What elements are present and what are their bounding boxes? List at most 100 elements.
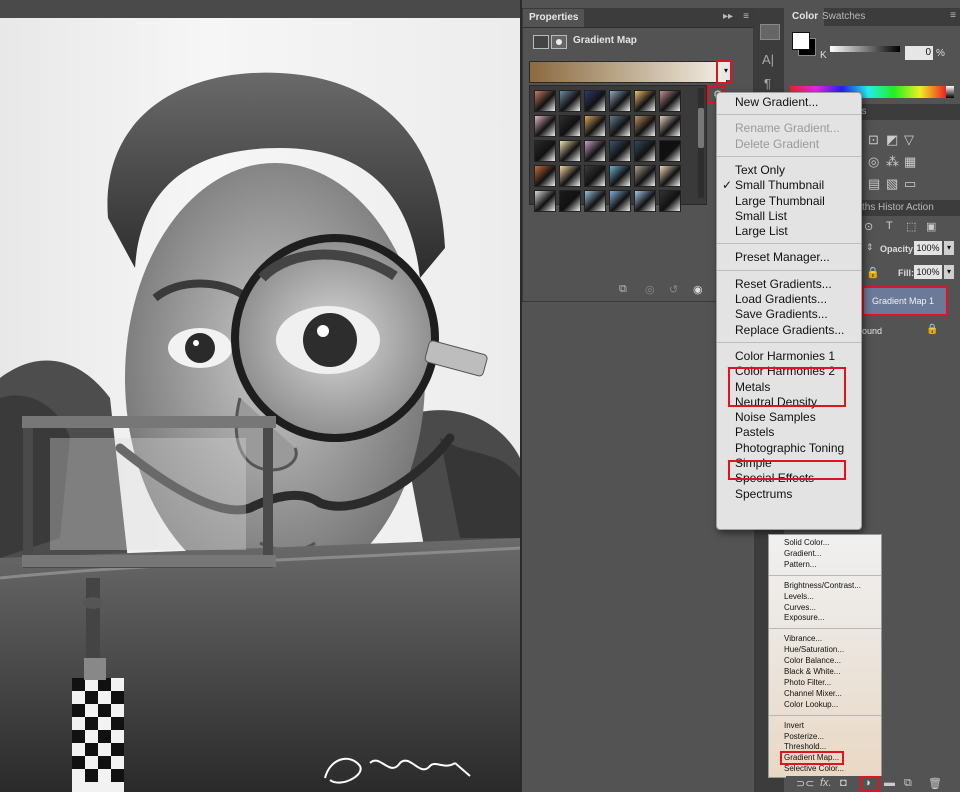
visibility-eye-icon[interactable]: ◉: [693, 283, 703, 296]
gradient-swatch[interactable]: [534, 140, 556, 162]
menu-item[interactable]: Large Thumbnail: [735, 194, 825, 208]
gradient-swatch[interactable]: [534, 165, 556, 187]
menu-item[interactable]: Save Gradients...: [735, 307, 828, 321]
adjustment-menu-item[interactable]: Hue/Saturation...: [784, 645, 844, 654]
menu-item[interactable]: Load Gradients...: [735, 292, 827, 306]
reset-icon[interactable]: ↺: [669, 283, 678, 296]
new-group-icon[interactable]: ▬: [884, 777, 895, 789]
tab-properties[interactable]: Properties: [523, 9, 585, 27]
gradient-swatch[interactable]: [584, 165, 606, 187]
blend-mode-stepper[interactable]: ⇕: [866, 242, 876, 254]
gradient-swatch[interactable]: [609, 90, 631, 112]
grayscale-ramp[interactable]: [946, 86, 954, 98]
delete-layer-icon[interactable]: 🗑: [928, 777, 942, 790]
link-layers-icon[interactable]: ⊃⊂: [796, 777, 814, 790]
filter-adjustment-icon[interactable]: ⊙: [864, 220, 873, 233]
history-icon[interactable]: [760, 24, 780, 40]
gradient-swatch[interactable]: [609, 165, 631, 187]
picker-scrollbar[interactable]: [698, 88, 704, 198]
mask-icon[interactable]: [551, 35, 567, 49]
tab-actions-fragment[interactable]: Action: [900, 199, 940, 217]
panel-collapse-icon[interactable]: ▸▸: [723, 11, 733, 22]
adjustment-menu-item[interactable]: Color Lookup...: [784, 700, 838, 709]
gradient-swatch[interactable]: [559, 90, 581, 112]
gradient-swatch[interactable]: [584, 90, 606, 112]
gradient-swatch[interactable]: [559, 165, 581, 187]
adjustment-menu-item[interactable]: Posterize...: [784, 732, 824, 741]
add-mask-icon[interactable]: ◘: [840, 777, 847, 789]
adjustment-menu-item[interactable]: Solid Color...: [784, 538, 829, 547]
gradient-swatch[interactable]: [609, 190, 631, 212]
adjustment-menu-item[interactable]: Exposure...: [784, 613, 824, 622]
adjustment-menu-item[interactable]: Levels...: [784, 592, 814, 601]
menu-item[interactable]: Replace Gradients...: [735, 323, 844, 337]
panel-menu-icon[interactable]: ≡: [743, 11, 749, 22]
gradient-swatch[interactable]: [634, 140, 656, 162]
vibrance-icon[interactable]: ▽: [904, 132, 914, 148]
gradient-swatch[interactable]: [659, 190, 681, 212]
document-canvas[interactable]: [0, 0, 520, 792]
k-slider[interactable]: [830, 46, 900, 52]
adjustment-menu-item[interactable]: Curves...: [784, 603, 816, 612]
opacity-input[interactable]: 100%: [914, 241, 942, 255]
gradient-swatch[interactable]: [584, 190, 606, 212]
channel-mixer-icon[interactable]: ⁂: [886, 154, 899, 170]
menu-item[interactable]: Small List: [735, 209, 787, 223]
clip-to-layer-icon[interactable]: ⧉: [619, 283, 627, 296]
adjustment-menu-item[interactable]: Black & White...: [784, 667, 840, 676]
menu-item[interactable]: Preset Manager...: [735, 250, 830, 264]
filter-shape-icon[interactable]: ⬚: [906, 220, 916, 233]
gradient-preview-bar[interactable]: [529, 61, 727, 83]
photo-filter-icon[interactable]: ◎: [868, 154, 879, 170]
gradient-swatch[interactable]: [534, 190, 556, 212]
paragraph-icon[interactable]: ¶: [764, 76, 771, 91]
view-previous-icon[interactable]: ◎: [645, 283, 655, 296]
menu-item[interactable]: Color Harmonies 1: [735, 349, 835, 363]
gradient-swatch[interactable]: [609, 115, 631, 137]
gradient-swatch[interactable]: [534, 90, 556, 112]
gradient-swatch[interactable]: [559, 115, 581, 137]
adjustment-menu-item[interactable]: Invert: [784, 721, 804, 730]
fill-input[interactable]: 100%: [914, 265, 942, 279]
gradient-swatch[interactable]: [634, 90, 656, 112]
character-icon[interactable]: A|: [762, 52, 774, 67]
menu-item[interactable]: New Gradient...: [735, 95, 818, 109]
gradient-swatch[interactable]: [659, 140, 681, 162]
tab-swatches[interactable]: Swatches: [816, 8, 871, 26]
adjustment-menu-item[interactable]: Channel Mixer...: [784, 689, 842, 698]
gradient-swatch[interactable]: [659, 115, 681, 137]
posterize-icon[interactable]: ▤: [868, 176, 880, 192]
layer-name[interactable]: ound: [862, 326, 882, 336]
gradient-swatch[interactable]: [609, 140, 631, 162]
gradient-swatch[interactable]: [584, 140, 606, 162]
adjustment-menu-item[interactable]: Brightness/Contrast...: [784, 581, 861, 590]
menu-item[interactable]: Spectrums: [735, 487, 792, 501]
gradient-swatch[interactable]: [659, 90, 681, 112]
adjustment-menu-item[interactable]: Photo Filter...: [784, 678, 831, 687]
layer-row-background[interactable]: ound 🔒: [862, 320, 946, 342]
gradient-swatch[interactable]: [559, 140, 581, 162]
k-value-input[interactable]: 0: [905, 46, 933, 60]
fill-dropdown-icon[interactable]: ▾: [944, 265, 954, 279]
adjustment-menu-item[interactable]: Gradient...: [784, 549, 821, 558]
curves-icon[interactable]: ⊡: [868, 132, 879, 148]
menu-item[interactable]: Large List: [735, 224, 788, 238]
gradient-swatch[interactable]: [659, 165, 681, 187]
threshold-icon[interactable]: ▧: [886, 176, 898, 192]
opacity-dropdown-icon[interactable]: ▾: [944, 241, 954, 255]
gradient-swatch[interactable]: [634, 190, 656, 212]
gradient-swatch[interactable]: [584, 115, 606, 137]
exposure-icon[interactable]: ◩: [886, 132, 898, 148]
menu-item[interactable]: Small Thumbnail: [735, 178, 824, 192]
menu-item[interactable]: Reset Gradients...: [735, 277, 832, 291]
menu-item[interactable]: Text Only: [735, 163, 785, 177]
menu-item[interactable]: Noise Samples: [735, 410, 816, 424]
gradient-map-icon[interactable]: ▭: [904, 176, 916, 192]
adjustment-menu-item[interactable]: Vibrance...: [784, 634, 822, 643]
menu-item[interactable]: Photographic Toning: [735, 441, 844, 455]
adjustment-menu-item[interactable]: Color Balance...: [784, 656, 841, 665]
gradient-swatch[interactable]: [534, 115, 556, 137]
gradient-swatch[interactable]: [634, 115, 656, 137]
adjustment-menu-item[interactable]: Pattern...: [784, 560, 816, 569]
menu-item[interactable]: Pastels: [735, 425, 774, 439]
